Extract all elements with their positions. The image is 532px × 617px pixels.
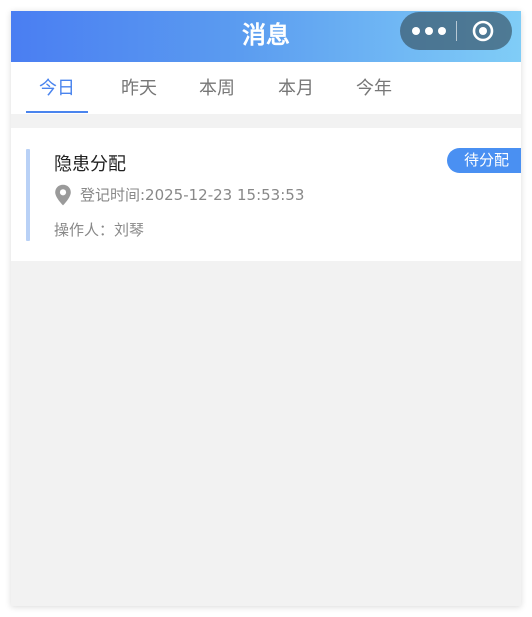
- tab-yesterday[interactable]: 昨天: [108, 62, 170, 114]
- more-dots-icon[interactable]: [412, 27, 446, 36]
- tab-this-month[interactable]: 本月: [265, 62, 327, 114]
- card-accent-bar: [26, 149, 30, 241]
- capsule-divider: [456, 21, 457, 41]
- tab-today[interactable]: 今日: [26, 62, 88, 114]
- tab-this-year[interactable]: 今年: [343, 62, 405, 114]
- message-title: 隐患分配: [54, 154, 126, 175]
- target-circle-icon[interactable]: [472, 20, 494, 42]
- register-time: 登记时间:2025-12-23 15:53:53: [80, 186, 305, 204]
- tab-this-week[interactable]: 本周: [186, 62, 248, 114]
- active-tab-indicator: [26, 111, 88, 113]
- date-filter-tabs: 今日 昨天 本周 本月 今年: [11, 62, 521, 114]
- location-pin-icon: [55, 184, 71, 206]
- mini-program-capsule: [400, 12, 512, 50]
- status-badge: 待分配: [447, 148, 521, 173]
- navigation-bar: 消息: [11, 11, 521, 62]
- operator-label: 操作人：刘琴: [54, 221, 145, 239]
- app-screen: 消息 今日 昨天 本周 本月 今年 隐患分配 待分配 登记时间:2025-12-…: [11, 11, 521, 606]
- message-card[interactable]: 隐患分配 待分配 登记时间:2025-12-23 15:53:53 操作人：刘琴: [11, 128, 521, 261]
